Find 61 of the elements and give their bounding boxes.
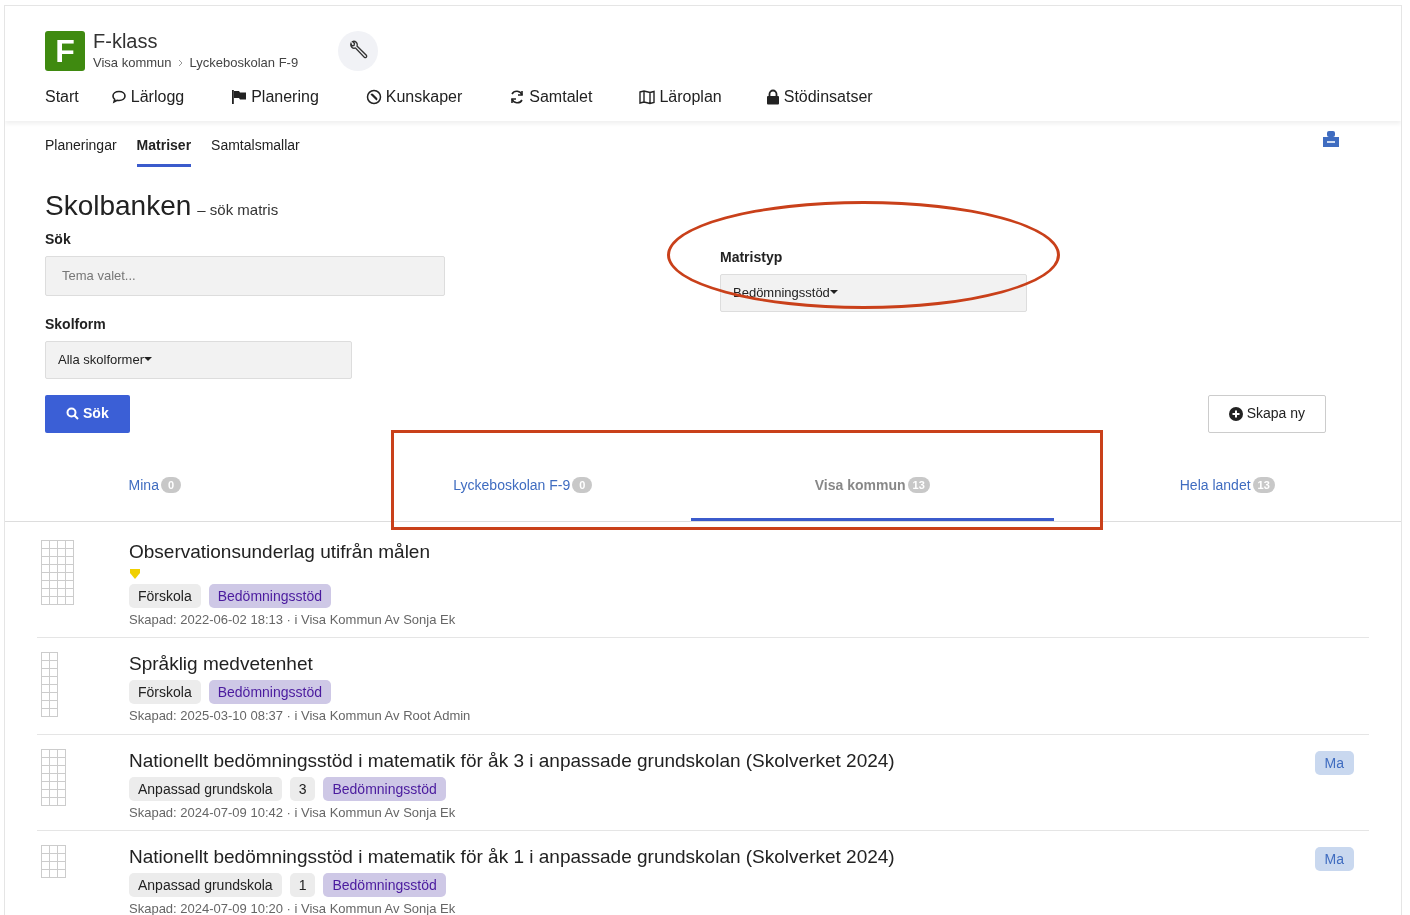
breadcrumb-item[interactable]: Visa kommun — [93, 53, 172, 73]
nav-link[interactable]: Läroplan — [639, 84, 722, 109]
plus-circle-icon — [1228, 406, 1243, 421]
caret-icon — [829, 290, 838, 295]
nav-link[interactable]: Start — [45, 84, 79, 109]
field-label: Skolform — [45, 314, 107, 334]
grid-icon — [41, 652, 58, 717]
tag: Anpassad grundskola — [129, 776, 282, 801]
grid-icon — [41, 845, 66, 878]
printer-icon — [1323, 130, 1339, 147]
tag: 3 — [289, 776, 316, 801]
grid-icon — [41, 539, 74, 605]
subnav-tab[interactable]: Matriser — [136, 134, 192, 167]
result-title[interactable]: Observationsunderlag utifrån målen — [129, 539, 1354, 564]
subject-badge: Ma — [1314, 847, 1354, 871]
created-info: Skapad: 2025-03-10 08:37 · i Visa Kommun Av Root Admin — [129, 707, 472, 725]
subject-badge: Ma — [1314, 750, 1354, 775]
lock-icon — [765, 88, 780, 105]
subnav-tab[interactable]: Samtalsmallar — [211, 134, 300, 167]
logo: F — [45, 30, 85, 71]
page-title: Skolbanken — [45, 188, 192, 223]
matristyp-dropdown[interactable]: Bedömningsstöd — [720, 273, 1027, 312]
refresh-icon — [509, 88, 526, 105]
chevron-icon — [177, 58, 184, 67]
result-title[interactable]: Nationellt bedömningsstöd i matematik för åk 1 i anpassade grundskolan (Skolverket 2024) — [129, 845, 1315, 869]
create-button[interactable]: Skapa ny — [1207, 394, 1326, 433]
tag: Anpassad grundskola — [129, 873, 282, 897]
caret-icon — [143, 357, 152, 362]
tag: Bedömningsstöd — [323, 776, 446, 801]
tag: Bedömningsstöd — [208, 680, 331, 704]
flag-icon — [231, 88, 248, 105]
tag: 1 — [289, 873, 316, 897]
created-info: Skapad: 2024-07-09 10:42 · i Visa Kommun Av Sonja Ek — [129, 803, 457, 822]
result-title[interactable]: Språklig medvetenhet — [129, 652, 1354, 676]
skolform-dropdown[interactable]: Alla skolformer — [45, 340, 352, 379]
print-button[interactable] — [1323, 130, 1339, 147]
nav-link[interactable]: Planering — [231, 84, 319, 109]
tag: Förskola — [129, 583, 201, 608]
tag: Förskola — [129, 680, 201, 704]
compass-icon — [365, 88, 382, 105]
created-info: Skapad: 2024-07-09 10:20 · i Visa Kommun Av Sonja Ek — [129, 900, 457, 915]
grid-icon — [41, 748, 66, 806]
book-icon — [639, 88, 656, 105]
search-icon — [66, 407, 79, 420]
tag: Bedömningsstöd — [323, 873, 446, 897]
speech-bubble-icon — [110, 88, 127, 105]
nav-link[interactable]: Kunskaper — [365, 84, 463, 109]
breadcrumb-item[interactable]: Lyckeboskolan F-9 — [189, 53, 299, 73]
nav-link[interactable]: Stödinsatser — [765, 84, 873, 109]
nav-link[interactable]: Samtalet — [509, 84, 593, 109]
page-subtitle: – sök matris — [197, 199, 279, 220]
app-title: F-klass — [93, 29, 159, 53]
field-label: Sök — [45, 229, 72, 249]
nav-link[interactable]: Lärlogg — [110, 84, 185, 109]
result-title[interactable]: Nationellt bedömningsstöd i matematik för åk 3 i anpassade grundskolan (Skolverket 2024) — [129, 748, 1315, 773]
field-label: Matristyp — [720, 247, 784, 267]
subnav-tab[interactable]: Planeringar — [45, 134, 117, 167]
search-field[interactable]: Tema valet... — [45, 255, 445, 296]
created-info: Skapad: 2022-06-02 18:13 · i Visa Kommun Av Sonja Ek — [129, 610, 457, 629]
search-button[interactable]: Sök — [45, 394, 130, 433]
tag: Bedömningsstöd — [208, 583, 331, 608]
